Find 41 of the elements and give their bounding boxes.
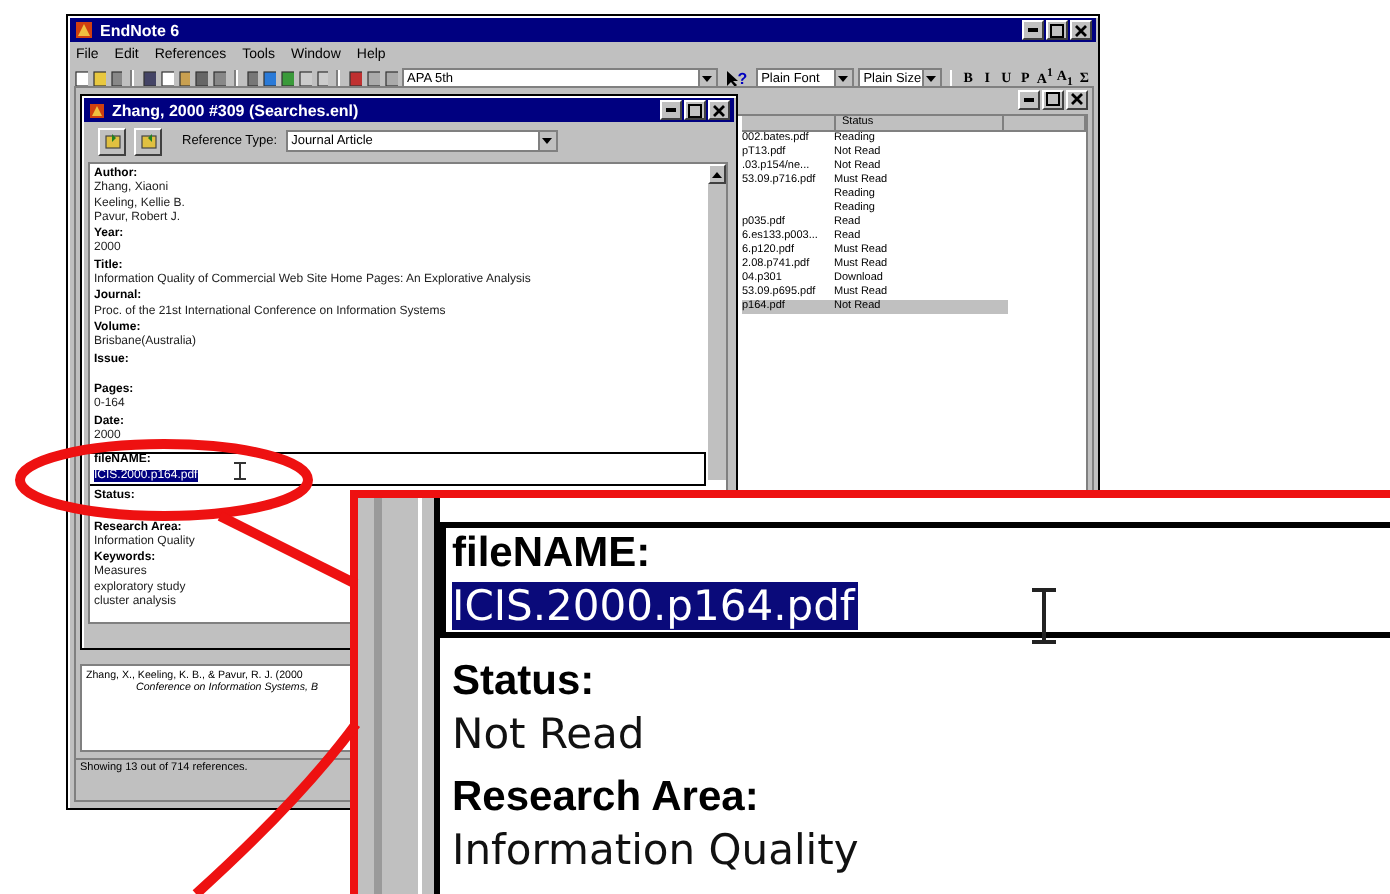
close-icon xyxy=(1070,92,1084,106)
maximize-button[interactable] xyxy=(1042,89,1064,109)
caret-icon xyxy=(926,75,937,81)
up-arrow-icon xyxy=(712,171,722,177)
minimize-button[interactable] xyxy=(1022,20,1044,40)
caret-icon xyxy=(542,138,553,144)
maximize-icon xyxy=(688,103,702,117)
field-value[interactable]: Information Quality xyxy=(452,826,859,874)
text-cursor-icon xyxy=(1030,586,1058,646)
maximize-button[interactable] xyxy=(684,100,706,120)
close-button[interactable] xyxy=(1070,20,1092,40)
field-label: Status: xyxy=(452,656,595,708)
text-cursor-icon xyxy=(234,462,246,480)
window-title: Zhang, 2000 #309 (Searches.enl) xyxy=(112,101,359,119)
minimize-icon xyxy=(666,108,676,112)
maximize-icon xyxy=(1046,92,1060,106)
field-value[interactable]: ICIS.2000.p164.pdf xyxy=(452,582,859,630)
app-icon xyxy=(74,20,94,40)
close-button[interactable] xyxy=(1066,89,1088,109)
maximize-icon xyxy=(1050,23,1064,37)
caret-icon xyxy=(702,75,713,81)
minimize-icon xyxy=(1024,97,1034,101)
pointer-icon xyxy=(725,69,738,87)
scrollbar[interactable] xyxy=(708,164,726,480)
window-title: EndNote 6 xyxy=(100,21,180,39)
next-reference-button[interactable] xyxy=(134,127,162,155)
app-icon xyxy=(88,101,106,119)
field-label: Research Area: xyxy=(452,772,759,824)
close-icon xyxy=(712,103,726,117)
caret-icon xyxy=(838,75,849,81)
field-label: fileNAME: xyxy=(452,528,651,580)
reference-field[interactable]: fileNAME: ICIS.2000.p164.pdf xyxy=(440,522,1390,638)
close-button[interactable] xyxy=(708,100,730,120)
field-value[interactable]: Not Read xyxy=(452,710,645,758)
maximize-button[interactable] xyxy=(1046,20,1068,40)
minimize-button[interactable] xyxy=(660,100,682,120)
close-icon xyxy=(1074,23,1088,37)
previous-reference-button[interactable] xyxy=(98,127,126,155)
help-button[interactable]: ? xyxy=(721,69,752,87)
minimize-button[interactable] xyxy=(1018,89,1040,109)
minimize-icon xyxy=(1028,28,1038,32)
